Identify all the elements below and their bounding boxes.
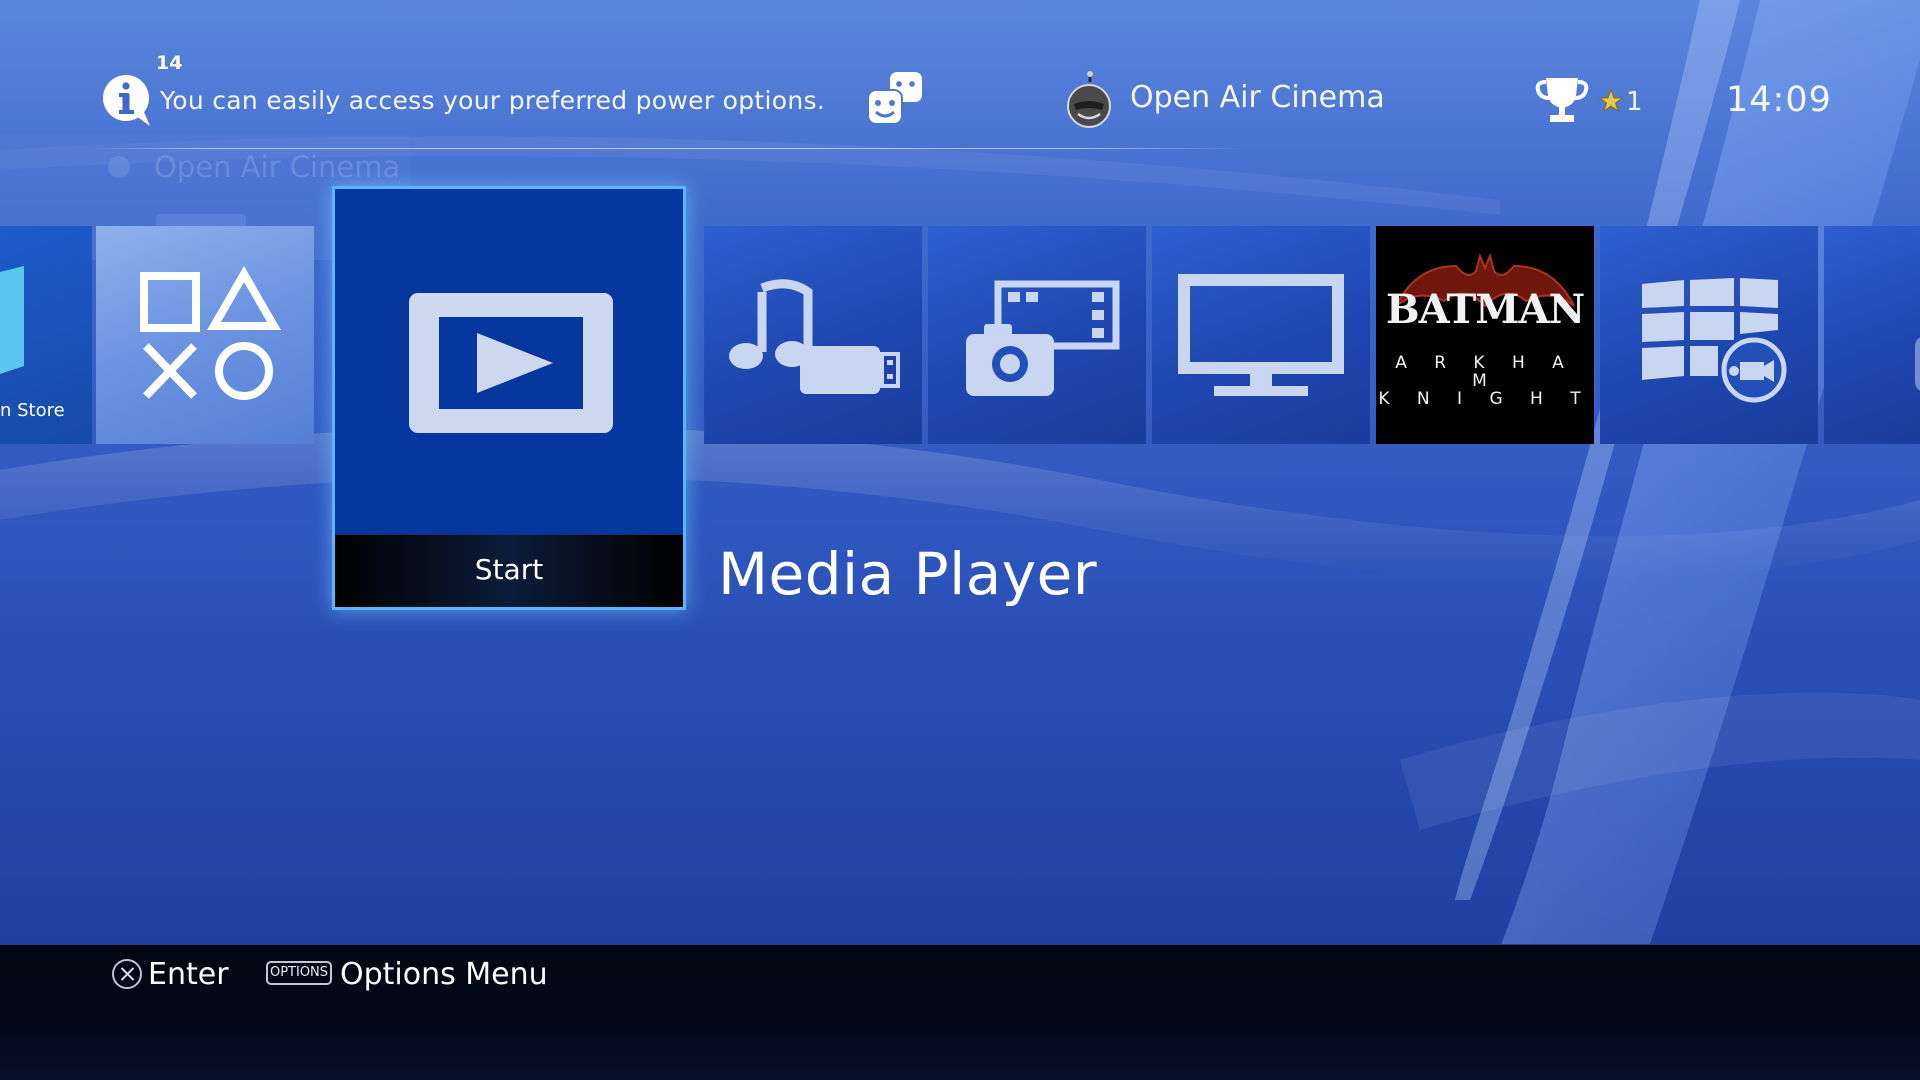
batman-title: BATMAN [1385, 286, 1585, 333]
batman-subtitle-line1: A R K H A M [1395, 353, 1575, 391]
notification-text[interactable]: You can easily access your preferred pow… [160, 86, 825, 115]
tile-media-player-selected[interactable]: Start [332, 186, 686, 610]
ghost-avatar-icon [108, 156, 130, 178]
ps-shapes-icon [140, 265, 281, 400]
monitor-icon [1178, 274, 1344, 396]
play-screen-icon [409, 293, 613, 433]
batman-subtitle: A R K H A M K N I G H T [1376, 354, 1594, 408]
tile-capture-gallery[interactable] [928, 226, 1146, 444]
ghost-notification-text: Open Air Cinema [154, 150, 401, 184]
batman-logo-icon [1395, 252, 1575, 308]
trophy-icon[interactable] [1534, 76, 1590, 124]
notification-count: 14 [156, 52, 183, 74]
friends-icon[interactable] [866, 70, 926, 128]
selected-app-title: Media Player [718, 540, 1098, 608]
store-label: n Store [0, 400, 65, 421]
avatar-icon[interactable] [1064, 70, 1114, 128]
batman-subtitle-line2: K N I G H T [1378, 389, 1592, 409]
tile-music[interactable] [704, 226, 922, 444]
start-label: Start [474, 553, 544, 586]
tile-tv-video[interactable] [1152, 226, 1370, 444]
options-menu-hint: Options Menu [340, 957, 548, 992]
headset-icon [1915, 337, 1920, 391]
music-usb-icon [729, 279, 900, 394]
tile-batman-arkham-knight[interactable]: BATMAN A R K H A M K N I G H T [1376, 226, 1594, 444]
tile-library[interactable] [1600, 226, 1818, 444]
cross-button-icon [112, 959, 142, 989]
start-bar[interactable]: Start [335, 534, 683, 607]
options-button-icon: OPTIONS [266, 961, 332, 985]
ps4-home-screen: Open Air Cinema 14 You can easily access… [0, 0, 1920, 1080]
tile-playstation-plus[interactable] [96, 226, 314, 444]
library-grid-icon [1642, 278, 1787, 403]
tile-headset[interactable] [1824, 226, 1920, 444]
username[interactable]: Open Air Cinema [1130, 80, 1385, 115]
info-icon[interactable] [100, 72, 156, 128]
trophy-level: 1 [1626, 87, 1643, 117]
enter-hint: Enter [148, 957, 229, 992]
top-divider [96, 148, 1246, 149]
clock: 14:09 [1726, 80, 1832, 120]
trophy-level-star-icon [1598, 88, 1624, 113]
camera-film-icon [966, 280, 1120, 396]
